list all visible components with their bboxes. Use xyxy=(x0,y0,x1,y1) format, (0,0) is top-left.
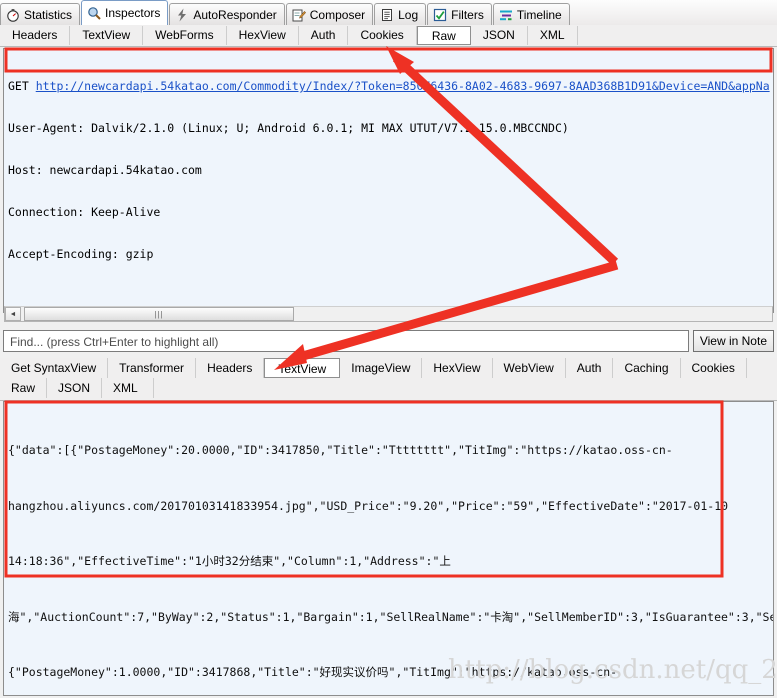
request-horizontal-scrollbar[interactable]: ◄ ||| xyxy=(4,306,773,322)
main-tab-filters[interactable]: Filters xyxy=(427,3,492,25)
tab-label: HexView xyxy=(433,361,481,375)
main-tab-timeline[interactable]: Timeline xyxy=(492,3,570,25)
main-tab-autoresponder[interactable]: AutoResponder xyxy=(169,3,285,25)
tab-label: Get SyntaxView xyxy=(11,361,97,375)
scroll-left-arrow-icon[interactable]: ◄ xyxy=(5,307,21,321)
response-tab-transformer[interactable]: Transformer xyxy=(108,358,197,378)
response-tab-auth[interactable]: Auth xyxy=(566,358,614,378)
main-tab-label: AutoResponder xyxy=(193,7,277,22)
main-tab-statistics[interactable]: Statistics xyxy=(0,3,81,25)
request-inspector-tabs: Headers TextView WebForms HexView Auth C… xyxy=(0,25,777,47)
http-method: GET xyxy=(8,79,29,93)
main-tab-composer[interactable]: Composer xyxy=(285,3,374,25)
tab-label: JSON xyxy=(58,381,91,395)
request-tab-hexview[interactable]: HexView xyxy=(227,26,299,45)
response-body-line: 14:18:36","EffectiveTime":"1小时32分结束","Co… xyxy=(8,554,451,568)
request-header-connection: Connection: Keep-Alive xyxy=(8,205,161,219)
response-tab-hexview[interactable]: HexView xyxy=(422,358,493,378)
main-tab-label: Filters xyxy=(451,7,484,22)
pencil-note-icon xyxy=(292,8,306,22)
tab-label: Cookies xyxy=(691,361,735,375)
tab-label: Caching xyxy=(624,361,669,375)
tab-label: Headers xyxy=(12,28,58,42)
response-tab-imageview[interactable]: ImageView xyxy=(340,358,423,378)
response-inspector-tabs: Get SyntaxView Transformer Headers TextV… xyxy=(0,358,777,401)
lightning-bolt-icon xyxy=(175,8,189,22)
tab-label: Auth xyxy=(576,361,602,375)
find-bar: Find... (press Ctrl+Enter to highlight a… xyxy=(3,329,774,353)
magnifier-icon xyxy=(87,6,101,20)
main-tab-label: Timeline xyxy=(516,7,562,22)
main-tab-inspectors[interactable]: Inspectors xyxy=(81,0,169,25)
tab-label: XML xyxy=(539,28,565,42)
response-tab-caching[interactable]: Caching xyxy=(613,358,681,378)
tab-label: HexView xyxy=(238,28,286,42)
find-input[interactable]: Find... (press Ctrl+Enter to highlight a… xyxy=(3,330,689,352)
response-tab-webview[interactable]: WebView xyxy=(493,358,566,378)
tab-label: TextView xyxy=(82,28,131,42)
tab-label: WebView xyxy=(503,361,554,375)
request-tab-xml[interactable]: XML xyxy=(528,26,578,45)
request-tab-auth[interactable]: Auth xyxy=(299,26,349,45)
main-tab-label: Inspectors xyxy=(105,6,161,20)
main-tab-strip: Statistics Inspectors AutoResponder Comp… xyxy=(0,0,777,26)
stopwatch-icon xyxy=(6,8,20,22)
timeline-bars-icon xyxy=(499,8,513,22)
request-tab-raw[interactable]: Raw xyxy=(416,26,471,45)
tab-label: Auth xyxy=(310,28,336,42)
tab-label: ImageView xyxy=(351,361,411,375)
arrow-glyph: ◄ xyxy=(9,310,17,318)
tab-label: TextView xyxy=(278,362,327,376)
scrollbar-thumb[interactable]: ||| xyxy=(24,307,294,321)
tab-label: Cookies xyxy=(360,28,404,42)
request-raw-viewer[interactable]: GET http://newcardapi.54katao.com/Commod… xyxy=(3,48,774,313)
fiddler-window: Statistics Inspectors AutoResponder Comp… xyxy=(0,0,777,698)
request-header-user-agent: User-Agent: Dalvik/2.1.0 (Linux; U; Andr… xyxy=(8,121,569,135)
main-tab-log[interactable]: Log xyxy=(374,3,427,25)
response-tab-raw[interactable]: Raw xyxy=(0,378,48,398)
request-tab-json[interactable]: JSON xyxy=(471,26,528,45)
response-tab-xml[interactable]: XML xyxy=(102,378,155,398)
tab-label: Raw xyxy=(11,381,36,395)
response-body-line: {"PostageMoney":1.0000,"ID":3417868,"Tit… xyxy=(8,665,618,679)
response-tab-cookies[interactable]: Cookies xyxy=(681,358,747,378)
response-tab-json[interactable]: JSON xyxy=(47,378,103,398)
response-tab-textview[interactable]: TextView xyxy=(264,358,341,378)
response-body-line: {"data":[{"PostageMoney":20.0000,"ID":34… xyxy=(8,443,673,457)
main-tab-label: Composer xyxy=(309,7,366,22)
main-tab-label: Statistics xyxy=(24,7,73,22)
response-body-line: 海","AuctionCount":7,"ByWay":2,"Status":1… xyxy=(8,609,774,624)
request-url-link[interactable]: http://newcardapi.54katao.com/Commodity/… xyxy=(36,79,770,93)
request-tab-textview[interactable]: TextView xyxy=(70,26,144,45)
tab-label: WebForms xyxy=(155,28,214,42)
response-body-line: hangzhou.aliyuncs.com/20170103141833954.… xyxy=(8,498,729,513)
request-tab-headers[interactable]: Headers xyxy=(0,26,71,45)
tab-label: XML xyxy=(113,381,138,395)
view-in-notepad-button[interactable]: View in Note xyxy=(692,330,774,352)
request-tab-webforms[interactable]: WebForms xyxy=(143,26,227,45)
response-tab-headers[interactable]: Headers xyxy=(196,358,265,378)
document-lines-icon xyxy=(380,8,394,22)
response-tab-get-syntaxview[interactable]: Get SyntaxView xyxy=(0,358,109,378)
tab-label: Headers xyxy=(207,361,253,375)
request-header-host: Host: newcardapi.54katao.com xyxy=(8,163,202,177)
tab-label: Raw xyxy=(431,29,456,43)
checkbox-check-icon xyxy=(433,8,447,22)
request-start-line: GET http://newcardapi.54katao.com/Commod… xyxy=(8,79,770,93)
request-tab-cookies[interactable]: Cookies xyxy=(348,26,417,45)
tab-label: Transformer xyxy=(119,361,185,375)
thumb-grip-icon: ||| xyxy=(154,309,164,319)
main-tab-label: Log xyxy=(398,7,419,22)
request-header-accept-encoding: Accept-Encoding: gzip xyxy=(8,247,154,261)
response-textview-body[interactable]: {"data":[{"PostageMoney":20.0000,"ID":34… xyxy=(3,401,774,696)
tab-label: JSON xyxy=(482,28,515,42)
